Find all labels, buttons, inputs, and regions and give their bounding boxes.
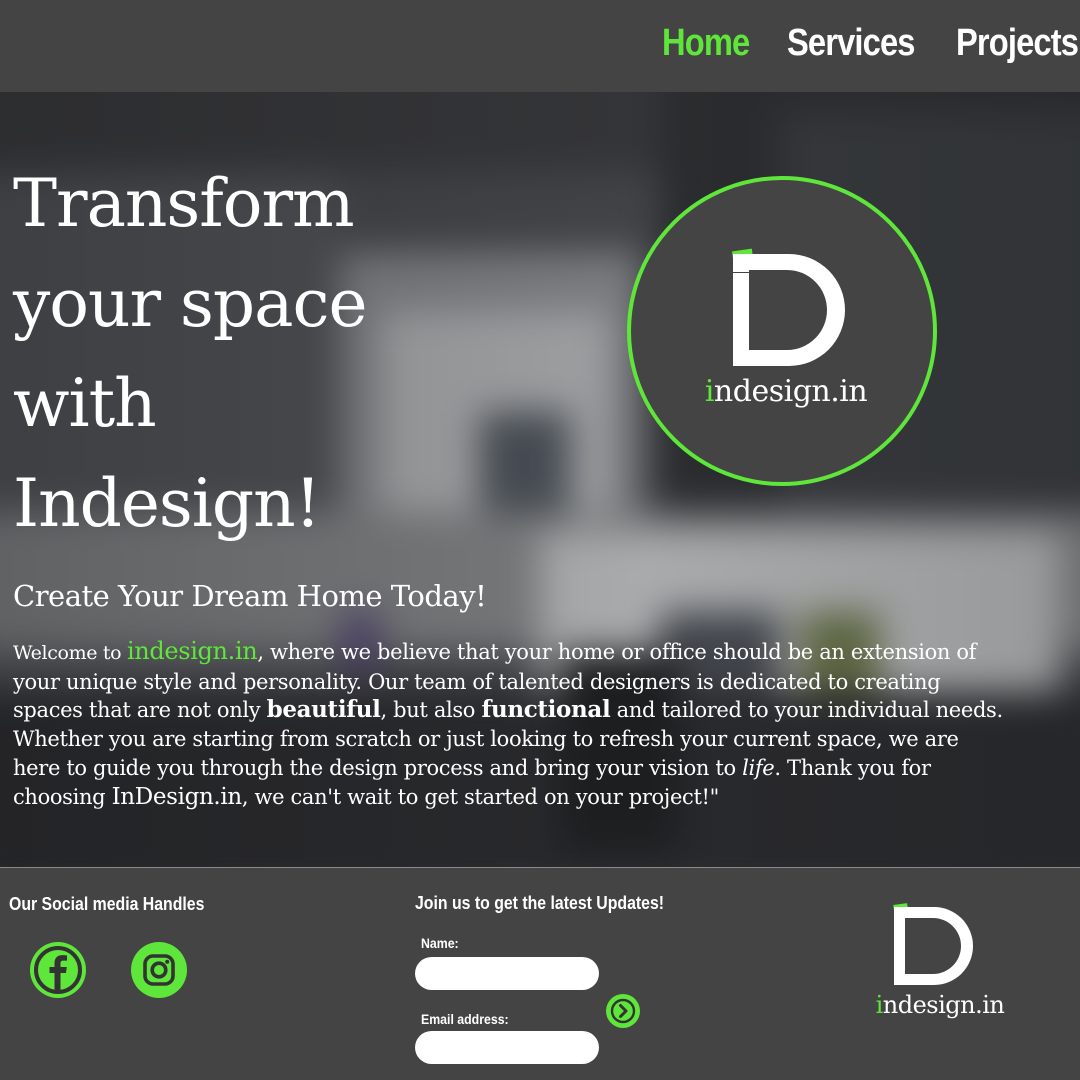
newsletter-heading: Join us to get the latest Updates! <box>415 893 665 913</box>
hero-logo-badge: indesign.in <box>627 176 937 486</box>
hero-title: Transform your space with Indesign! <box>13 154 473 554</box>
top-navbar: Home Services Projects <box>0 0 1080 92</box>
footer: Our Social media Handles Join us to get … <box>0 867 1080 1080</box>
hero-title-line: Transform <box>13 165 355 242</box>
hero-title-line: with <box>13 365 157 442</box>
hero-description: Welcome to indesign.in, where we believe… <box>13 637 1003 811</box>
indesign-logo-icon: indesign.in <box>876 903 1005 1019</box>
nav-item-projects[interactable]: Projects <box>956 22 1079 65</box>
text: , we can't wait to get started on your p… <box>241 784 719 809</box>
facebook-icon <box>34 946 82 994</box>
facebook-button[interactable] <box>30 942 86 998</box>
text: Welcome to <box>13 642 127 664</box>
brand-name: indesign.in <box>126 637 258 665</box>
hero-title-line: your space <box>13 265 368 342</box>
logo-text: ndesign.in <box>883 991 1005 1019</box>
text: , but also <box>380 698 482 723</box>
emphasis-text: beautiful <box>266 696 381 724</box>
email-input[interactable] <box>415 1031 599 1064</box>
name-input[interactable] <box>415 957 599 990</box>
social-heading: Our Social media Handles <box>9 894 205 914</box>
nav-item-home[interactable]: Home <box>662 22 750 65</box>
hero-subtitle: Create Your Dream Home Today! <box>13 579 487 613</box>
instagram-icon <box>143 954 175 986</box>
email-label: Email address: <box>421 1011 509 1027</box>
footer-logo: indesign.in <box>870 900 1020 1030</box>
nav-item-services[interactable]: Services <box>787 22 915 65</box>
submit-button[interactable] <box>606 994 640 1028</box>
emphasis-text: functional <box>481 696 611 724</box>
instagram-button[interactable] <box>131 942 187 998</box>
hero-section: Transform your space with Indesign! Crea… <box>0 92 1080 867</box>
indesign-logo-icon: indesign.in <box>705 248 868 409</box>
name-label: Name: <box>421 935 459 951</box>
brand-name: InDesign.in <box>111 783 243 810</box>
svg-text:indesign.in: indesign.in <box>705 374 868 409</box>
hero-title-line: Indesign! <box>13 465 321 542</box>
svg-text:indesign.in: indesign.in <box>876 991 1005 1019</box>
italic-text: life <box>742 755 775 780</box>
logo-text: ndesign.in <box>714 374 867 409</box>
chevron-right-icon <box>610 998 636 1024</box>
